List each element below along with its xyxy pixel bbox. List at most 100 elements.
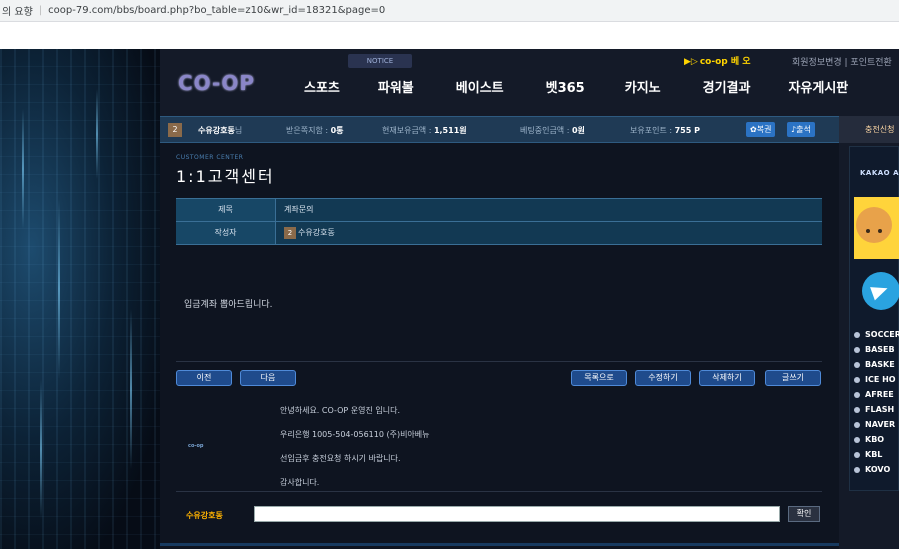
nav-item-results[interactable]: 경기결과 (703, 77, 751, 96)
play-icon: ▶▷ (684, 57, 698, 67)
member-level-badge: 2 (168, 123, 182, 137)
comment-input[interactable] (254, 506, 780, 522)
naver-icon (854, 421, 860, 428)
coop-link-label: co-op 베 오 (699, 57, 751, 67)
sport-item[interactable]: KBL (854, 447, 899, 462)
member-nickname-text: 수유강호동 (198, 126, 235, 135)
notice-label[interactable]: NOTICE (348, 54, 412, 68)
author-value[interactable]: 수유강호동 (298, 222, 335, 244)
kbl-icon (854, 451, 860, 458)
kakao-label: KAKAO A (860, 169, 899, 177)
post-info-table: 제목 계좌문의 작성자 2 수유강호동 (176, 198, 822, 245)
note-label: 받은쪽지함 : (286, 126, 329, 135)
lottery-label: 복권 (756, 125, 772, 134)
point-label: 보유포인트 : (630, 126, 673, 135)
nav-item-free-board[interactable]: 자유게시판 (788, 77, 848, 96)
sport-item[interactable]: AFREE (854, 387, 899, 402)
browser-address-bar[interactable]: 의 요향 | coop-79.com/bbs/board.php?bo_tabl… (0, 0, 899, 22)
sport-label: BASEB (865, 345, 895, 354)
kovo-icon (854, 466, 860, 473)
sports-list: SOCCER BASEB BASKE ICE HO AFREE FLASH NA… (854, 327, 899, 477)
light-streak (96, 89, 98, 179)
balance-label: 현재보유금액 : (382, 126, 432, 135)
sport-item[interactable]: KBO (854, 432, 899, 447)
telegram-icon[interactable] (862, 272, 899, 310)
coop-link[interactable]: ▶▷ co-op 베 오 (684, 54, 751, 67)
sport-label: AFREE (865, 390, 894, 399)
baseball-icon (854, 346, 860, 353)
list-button[interactable]: 목록으로 (571, 370, 627, 386)
write-button[interactable]: 글쓰기 (765, 370, 821, 386)
subject-label: 제목 (176, 199, 276, 221)
content-divider (176, 361, 822, 362)
nav-item-powerball[interactable]: 파워볼 (378, 77, 414, 96)
light-streak (40, 379, 42, 519)
lottery-button[interactable]: ✿복권 (746, 122, 776, 137)
signature-line-4: 감사합니다. (280, 478, 320, 487)
sport-label: KBO (865, 435, 885, 444)
nav-item-best[interactable]: 베이스트 (456, 77, 504, 96)
subject-value: 계좌문의 (276, 199, 822, 221)
bet-label: 베팅중인금액 : (520, 126, 570, 135)
kakao-face (856, 207, 892, 243)
sport-label: FLASH (865, 405, 895, 414)
soccer-icon (854, 331, 860, 338)
sport-item[interactable]: BASKE (854, 357, 899, 372)
delete-button[interactable]: 삭제하기 (699, 370, 755, 386)
telegram-arrow (870, 281, 890, 301)
flash-icon (854, 406, 860, 413)
light-streak (58, 199, 60, 379)
sport-item[interactable]: SOCCER (854, 327, 899, 342)
sport-item[interactable]: NAVER (854, 417, 899, 432)
signature-line-3: 선입금후 충전요청 하시기 바랍니다. (280, 454, 401, 463)
browser-url[interactable]: coop-79.com/bbs/board.php?bo_table=z10&w… (48, 5, 385, 16)
comment-confirm-button[interactable]: 확인 (788, 506, 820, 522)
points: 보유포인트 : 755 P (630, 125, 700, 136)
site-header: CO-OP NOTICE ▶▷ co-op 베 오 회원정보변경 | 포인트전환 … (160, 49, 899, 116)
signature-logo: co-op (188, 443, 204, 449)
next-button[interactable]: 다음 (240, 370, 296, 386)
author-label: 작성자 (176, 222, 276, 244)
note-count[interactable]: 받은쪽지함 : 0통 (286, 125, 344, 136)
prev-button[interactable]: 이전 (176, 370, 232, 386)
address-separator: | (38, 5, 43, 16)
sport-item[interactable]: KOVO (854, 462, 899, 477)
sport-item[interactable]: FLASH (854, 402, 899, 417)
checkin-button[interactable]: ♪출석 (787, 122, 815, 137)
sidebar-panel: KAKAO A SOCCER BASEB BASKE ICE HO AFREE … (849, 146, 899, 491)
note-value: 0통 (330, 126, 344, 135)
background-decoration (0, 49, 160, 549)
bottom-line (160, 543, 839, 546)
sport-item[interactable]: BASEB (854, 342, 899, 357)
board-view: CUSTOMER CENTER 1:1고객센터 제목 계좌문의 작성자 2 수유… (160, 143, 839, 549)
kbo-icon (854, 436, 860, 443)
nav-item-bet365[interactable]: 벳365 (546, 77, 585, 96)
lottery-icon: ✿ (750, 125, 757, 134)
edit-button[interactable]: 수정하기 (635, 370, 691, 386)
signature-line-2: 우리은행 1005-504-056110 (주)비아베뉴 (280, 430, 430, 439)
hockey-icon (854, 376, 860, 383)
right-sidebar: 충전신청 KAKAO A SOCCER BASEB BASKE ICE HO A… (839, 116, 899, 549)
nav-item-sports[interactable]: 스포츠 (304, 77, 340, 96)
site-logo[interactable]: CO-OP (178, 71, 255, 95)
author-cell: 2 수유강호동 (276, 222, 822, 244)
member-suffix: 님 (234, 126, 243, 135)
afreeca-icon (854, 391, 860, 398)
charge-request-tab[interactable]: 충전신청 (839, 116, 899, 143)
top-links[interactable]: 회원정보변경 | 포인트전환 (792, 55, 892, 68)
balance: 현재보유금액 : 1,511원 (382, 125, 467, 136)
sport-item[interactable]: ICE HO (854, 372, 899, 387)
post-content: 입금계좌 뽑아드립니다. (184, 300, 273, 310)
member-info-bar: 2 수유강호동님 받은쪽지함 : 0통 현재보유금액 : 1,511원 베팅중인… (160, 116, 899, 143)
betting-amount: 베팅중인금액 : 0원 (520, 125, 585, 136)
sport-label: BASKE (865, 360, 895, 369)
nav-item-casino[interactable]: 카지노 (625, 77, 661, 96)
page-title: 1:1고객센터 (176, 167, 275, 186)
checkin-label: 출석 (796, 125, 811, 134)
light-streak (130, 309, 132, 469)
author-row: 작성자 2 수유강호동 (176, 222, 822, 245)
point-value: 755 P (674, 126, 700, 135)
kakao-character-icon[interactable] (854, 197, 899, 259)
kakao-eye (866, 229, 870, 233)
member-nickname: 수유강호동님 (198, 125, 242, 136)
